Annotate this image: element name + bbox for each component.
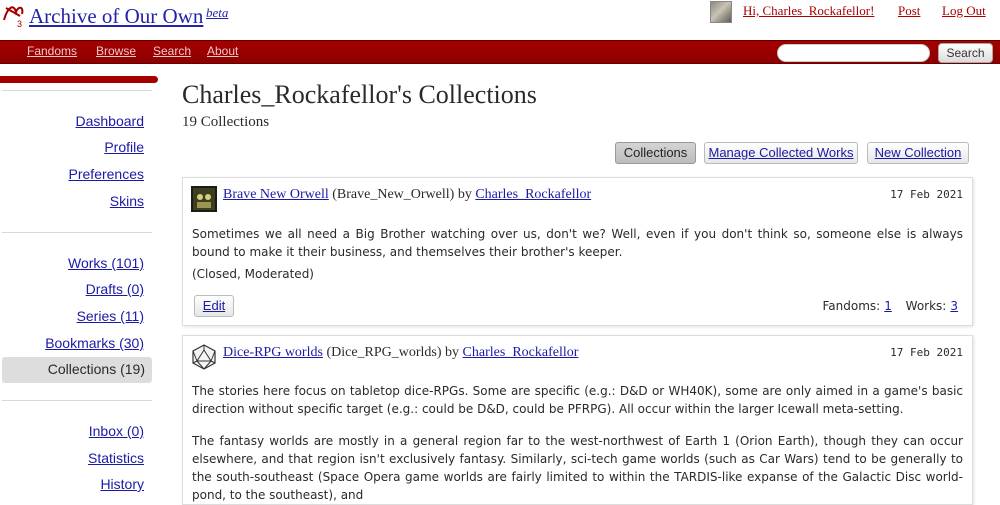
- collection-description: Sometimes we all need a Big Brother watc…: [192, 227, 963, 259]
- sidebar-item-dashboard[interactable]: Dashboard: [76, 113, 145, 129]
- sidebar-item-bookmarks[interactable]: Bookmarks (30): [45, 335, 144, 351]
- collection-description: The stories here focus on tabletop dice-…: [192, 384, 963, 416]
- sidebar-item-drafts[interactable]: Drafts (0): [86, 281, 144, 297]
- big-brother-icon: [191, 186, 217, 212]
- collections-button[interactable]: Collections: [615, 142, 696, 164]
- fandoms-label: Fandoms:: [822, 299, 881, 313]
- collection-name: (Dice_RPG_worlds) by: [326, 345, 460, 360]
- d20-dice-icon: [192, 344, 216, 370]
- collection-count: 19 Collections: [182, 114, 270, 130]
- logo-number: 3: [17, 19, 22, 28]
- user-avatar[interactable]: [710, 1, 732, 23]
- nav-about[interactable]: About: [207, 44, 238, 58]
- collection-date: 17 Feb 2021: [890, 346, 963, 359]
- search-input[interactable]: [777, 44, 930, 62]
- new-collection-button[interactable]: New Collection: [867, 142, 969, 164]
- collection-owner-link[interactable]: Charles_Rockafellor: [475, 187, 591, 202]
- collection-stats: Fandoms: 1 Works: 3: [823, 299, 959, 313]
- post-link[interactable]: Post: [898, 3, 920, 19]
- nav-fandoms[interactable]: Fandoms: [27, 44, 77, 58]
- sidebar-item-label: Collections (19): [47, 361, 145, 377]
- manage-collected-works-button[interactable]: Manage Collected Works: [704, 142, 858, 164]
- sidebar-item-series[interactable]: Series (11): [77, 308, 144, 324]
- search-button[interactable]: Search: [938, 43, 993, 63]
- collection-blurb: Dice-RPG worlds (Dice_RPG_worlds) by Cha…: [182, 335, 973, 505]
- collection-status: (Closed, Moderated): [192, 267, 314, 281]
- beta-label: beta: [206, 5, 229, 20]
- collection-heading: Dice-RPG worlds (Dice_RPG_worlds) by Cha…: [223, 345, 578, 361]
- sidebar-item-preferences[interactable]: Preferences: [69, 166, 144, 182]
- sidebar-item-profile[interactable]: Profile: [104, 139, 144, 155]
- page-title: Charles_Rockafellor's Collections: [182, 80, 537, 109]
- sidebar-divider: [2, 90, 152, 91]
- sidebar-divider: [2, 232, 152, 233]
- works-label: Works:: [905, 299, 947, 313]
- user-greeting-link[interactable]: Hi, Charles_Rockafellor!: [743, 3, 874, 19]
- collection-owner-link[interactable]: Charles_Rockafellor: [463, 345, 579, 360]
- primary-navigation: Fandoms Browse Search About Search: [0, 40, 1000, 64]
- collection-date: 17 Feb 2021: [890, 188, 963, 201]
- collection-name: (Brave_New_Orwell) by: [332, 187, 472, 202]
- edit-button[interactable]: Edit: [194, 295, 234, 317]
- nav-search[interactable]: Search: [153, 44, 191, 58]
- sidebar-item-skins[interactable]: Skins: [110, 193, 144, 209]
- sidebar-item-works[interactable]: Works (101): [68, 255, 144, 271]
- sidebar-item-statistics[interactable]: Statistics: [88, 450, 144, 466]
- fandoms-count-link[interactable]: 1: [884, 299, 892, 313]
- collection-blurb: Brave New Orwell (Brave_New_Orwell) by C…: [182, 177, 973, 326]
- sidebar-item-collections[interactable]: Collections (19): [2, 357, 152, 383]
- ao3-logo-icon[interactable]: 3: [2, 2, 28, 28]
- dashboard-sidebar: Dashboard Profile Preferences Skins Work…: [0, 76, 160, 492]
- logout-link[interactable]: Log Out: [942, 3, 986, 19]
- nav-browse[interactable]: Browse: [96, 44, 136, 58]
- collection-heading: Brave New Orwell (Brave_New_Orwell) by C…: [223, 187, 591, 203]
- collection-description-continued: The fantasy worlds are mostly in a gener…: [192, 434, 963, 502]
- collection-title-link[interactable]: Brave New Orwell: [223, 187, 329, 202]
- sidebar-divider: [2, 400, 152, 401]
- works-count-link[interactable]: 3: [950, 299, 958, 313]
- site-header: 3 Archive of Our Own beta Hi, Charles_Ro…: [0, 0, 1000, 40]
- collection-title-link[interactable]: Dice-RPG worlds: [223, 345, 323, 360]
- sidebar-accent-bar: [0, 76, 158, 83]
- site-title-link[interactable]: Archive of Our Own: [29, 4, 203, 29]
- sidebar-item-inbox[interactable]: Inbox (0): [89, 423, 144, 439]
